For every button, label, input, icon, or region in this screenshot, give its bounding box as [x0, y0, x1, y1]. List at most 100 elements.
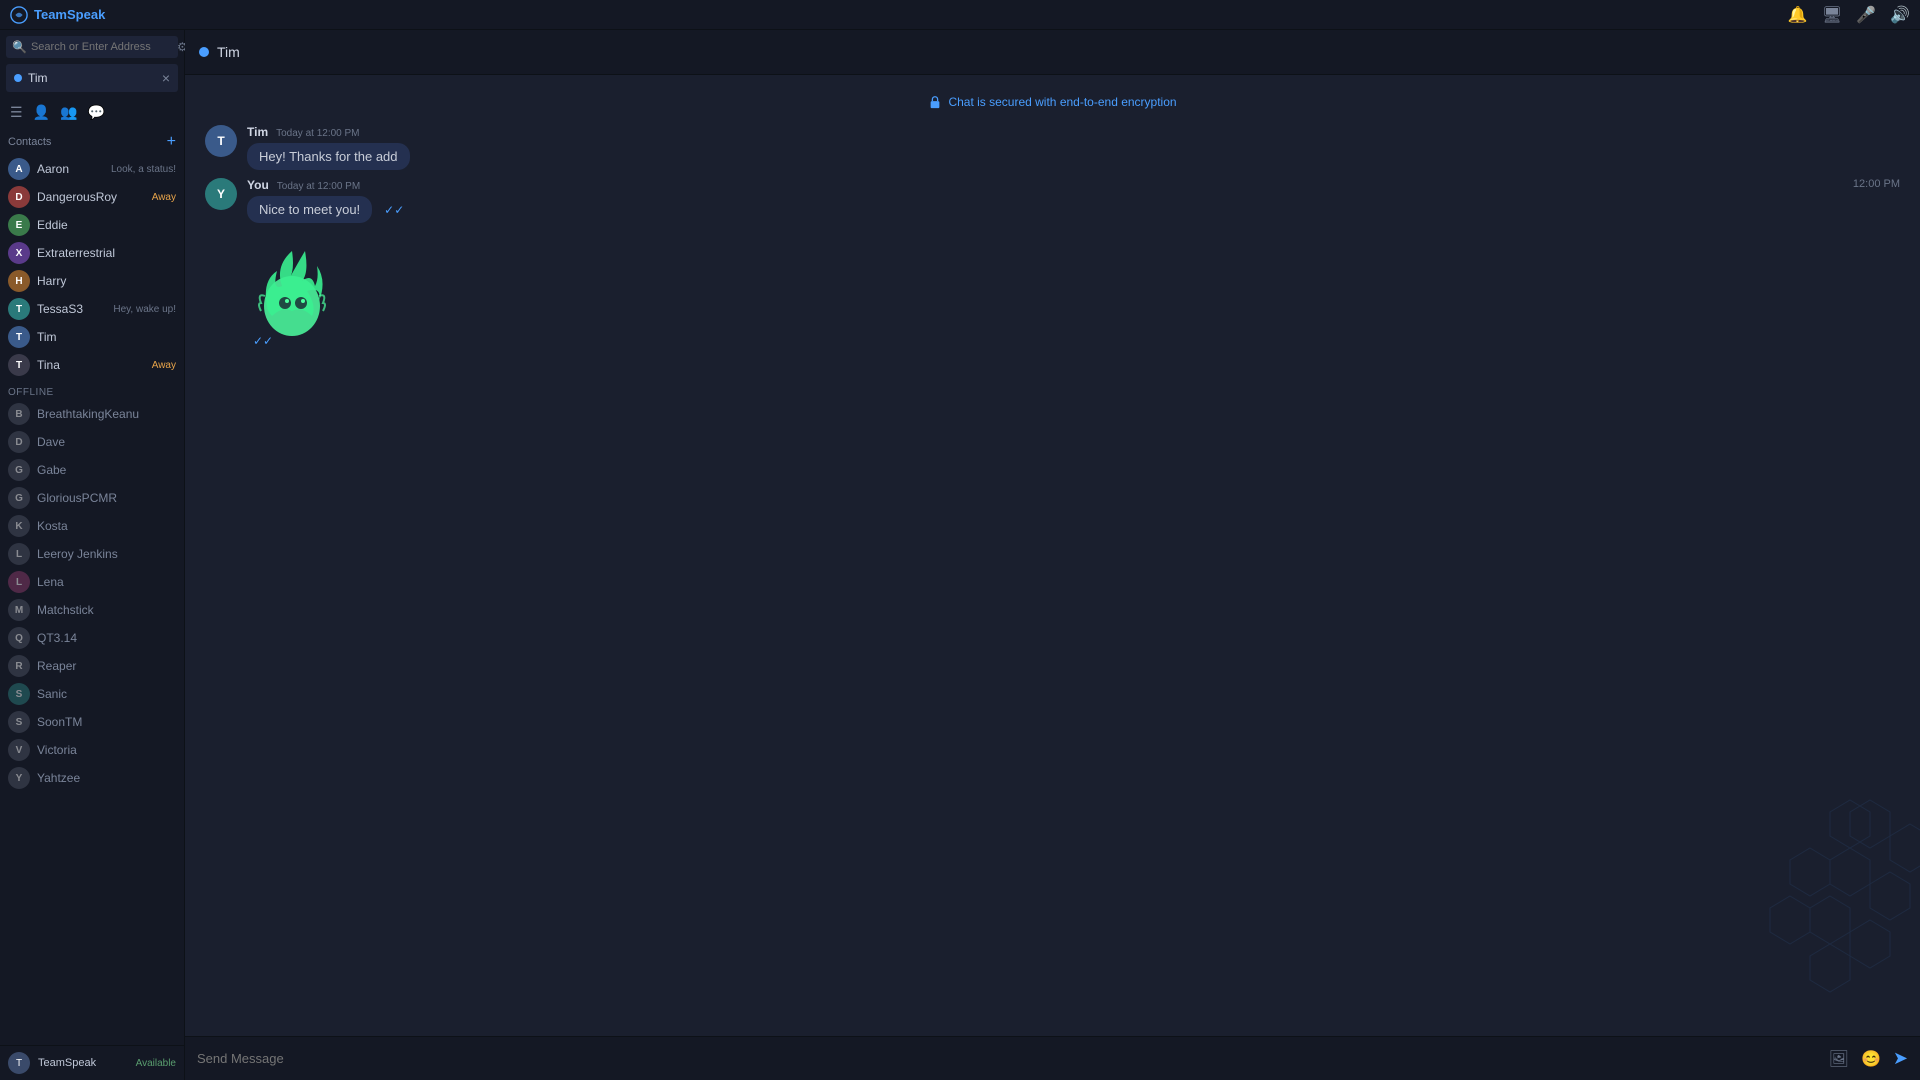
- contact-name: DangerousRoy: [37, 190, 145, 204]
- microphone-icon[interactable]: 🎤: [1856, 5, 1876, 25]
- contact-item[interactable]: T Tina Away: [0, 351, 184, 379]
- contact-item[interactable]: Q QT3.14: [0, 624, 184, 652]
- group-icon[interactable]: 👥: [58, 102, 79, 123]
- contact-avatar: X: [8, 242, 30, 264]
- message-content-2: You Today at 12:00 PM Nice to meet you! …: [247, 178, 404, 223]
- message-input[interactable]: [197, 1051, 1819, 1066]
- message-sender-1: Tim: [247, 125, 268, 139]
- contact-item[interactable]: S SoonTM: [0, 708, 184, 736]
- contact-item[interactable]: T Tim: [0, 323, 184, 351]
- contact-avatar: T: [8, 354, 30, 376]
- search-icon: 🔍: [12, 40, 27, 54]
- contact-status: Away: [152, 360, 176, 371]
- server-icon[interactable]: 🖥: [1822, 5, 1842, 25]
- active-chat-name: Tim: [28, 71, 156, 85]
- contact-avatar: M: [8, 599, 30, 621]
- offline-contacts-section: B BreathtakingKeanu D Dave G Gabe G Glor…: [0, 400, 184, 792]
- contact-name: Harry: [37, 274, 176, 288]
- search-bar[interactable]: 🔍 ⚙: [6, 36, 178, 58]
- message-text-1: Hey! Thanks for the add: [259, 149, 398, 164]
- user-name: TeamSpeak: [38, 1057, 128, 1069]
- contact-list: A Aaron Look, a status! D DangerousRoy A…: [0, 155, 184, 1045]
- encryption-notice: Chat is secured with end-to-end encrypti…: [205, 91, 1900, 117]
- contact-item[interactable]: M Matchstick: [0, 596, 184, 624]
- chat-input-bar: 🖼 😊 ➤: [185, 1036, 1920, 1080]
- chat-input-icons: 🖼 😊 ➤: [1829, 1048, 1908, 1069]
- sidebar-bottom: T TeamSpeak Available: [0, 1045, 184, 1080]
- contact-avatar: L: [8, 543, 30, 565]
- active-chat-tab[interactable]: Tim ×: [6, 64, 178, 92]
- send-button[interactable]: ➤: [1893, 1048, 1908, 1069]
- contact-item[interactable]: S Sanic: [0, 680, 184, 708]
- main-layout: 🔍 ⚙ Tim × ☰ 👤 👥 💬 Contacts + A Aaron: [0, 30, 1920, 1080]
- message-content-1: Tim Today at 12:00 PM Hey! Thanks for th…: [247, 125, 410, 170]
- top-bar: TeamSpeak 🔔 🖥 🎤 🔊: [0, 0, 1920, 30]
- message-meta-1: Tim Today at 12:00 PM: [247, 125, 410, 139]
- contact-name: Reaper: [37, 659, 176, 673]
- contact-avatar: S: [8, 711, 30, 733]
- contact-item[interactable]: E Eddie: [0, 211, 184, 239]
- contact-item[interactable]: B BreathtakingKeanu: [0, 400, 184, 428]
- online-contacts-section: A Aaron Look, a status! D DangerousRoy A…: [0, 155, 184, 379]
- contact-item[interactable]: G GloriousPCMR: [0, 484, 184, 512]
- contact-name: TessaS3: [37, 302, 106, 316]
- message-wrapper-1: T Tim Today at 12:00 PM Hey! Thanks for …: [205, 125, 1900, 170]
- message-text-2: Nice to meet you!: [259, 202, 360, 217]
- contact-name: Sanic: [37, 687, 176, 701]
- contact-item[interactable]: V Victoria: [0, 736, 184, 764]
- message-avatar-you: Y: [205, 178, 237, 210]
- add-contact-button[interactable]: +: [167, 133, 176, 151]
- top-bar-icons: 🔔 🖥 🎤 🔊: [1788, 5, 1910, 25]
- contact-avatar: R: [8, 655, 30, 677]
- search-input[interactable]: [31, 41, 173, 53]
- contact-item[interactable]: L Lena: [0, 568, 184, 596]
- double-check-icon-1: ✓✓: [384, 203, 404, 217]
- contact-item[interactable]: D DangerousRoy Away: [0, 183, 184, 211]
- contact-name: BreathtakingKeanu: [37, 407, 176, 421]
- image-icon[interactable]: 🖼: [1829, 1049, 1849, 1069]
- contact-item[interactable]: R Reaper: [0, 652, 184, 680]
- contact-name: Victoria: [37, 743, 176, 757]
- contact-name: Yahtzee: [37, 771, 176, 785]
- speaker-icon[interactable]: 🔊: [1890, 5, 1910, 25]
- contact-item[interactable]: X Extraterrestrial: [0, 239, 184, 267]
- contact-name: GloriousPCMR: [37, 491, 176, 505]
- contact-name: QT3.14: [37, 631, 176, 645]
- contact-avatar: L: [8, 571, 30, 593]
- chat-header-name: Tim: [217, 44, 240, 60]
- contact-item[interactable]: K Kosta: [0, 512, 184, 540]
- contact-name: Dave: [37, 435, 176, 449]
- contact-item[interactable]: A Aaron Look, a status!: [0, 155, 184, 183]
- close-chat-button[interactable]: ×: [162, 70, 170, 86]
- message-bubble-1: Hey! Thanks for the add: [247, 143, 410, 170]
- contact-name: Aaron: [37, 162, 104, 176]
- notification-icon[interactable]: 🔔: [1788, 5, 1808, 25]
- message-time-1: Today at 12:00 PM: [276, 128, 359, 139]
- contacts-label: Contacts: [8, 136, 51, 148]
- user-status: Available: [136, 1058, 176, 1069]
- contact-avatar: D: [8, 431, 30, 453]
- contact-name: Leeroy Jenkins: [37, 547, 176, 561]
- contact-item[interactable]: L Leeroy Jenkins: [0, 540, 184, 568]
- contact-item[interactable]: G Gabe: [0, 456, 184, 484]
- message-row-2: Y You Today at 12:00 PM Nice to meet you…: [205, 178, 404, 223]
- emoji-icon[interactable]: 😊: [1861, 1049, 1881, 1069]
- contact-avatar: Y: [8, 767, 30, 789]
- app-logo: TeamSpeak: [10, 6, 105, 24]
- contact-avatar: T: [8, 326, 30, 348]
- chat-icon[interactable]: 💬: [85, 102, 106, 123]
- active-chat-dot: [14, 74, 22, 82]
- contacts-toolbar: ☰ 👤 👥 💬: [0, 96, 184, 129]
- list-view-icon[interactable]: ☰: [8, 102, 25, 123]
- contact-item[interactable]: D Dave: [0, 428, 184, 456]
- contact-avatar: G: [8, 487, 30, 509]
- contact-item[interactable]: Y Yahtzee: [0, 764, 184, 792]
- contact-name: Tina: [37, 358, 145, 372]
- contacts-icon[interactable]: 👤: [31, 102, 52, 123]
- contact-avatar: D: [8, 186, 30, 208]
- contact-item[interactable]: T TessaS3 Hey, wake up!: [0, 295, 184, 323]
- encryption-text: Chat is secured with end-to-end encrypti…: [948, 95, 1176, 109]
- chat-header-status-dot: [199, 47, 209, 57]
- contact-avatar: A: [8, 158, 30, 180]
- contact-item[interactable]: H Harry: [0, 267, 184, 295]
